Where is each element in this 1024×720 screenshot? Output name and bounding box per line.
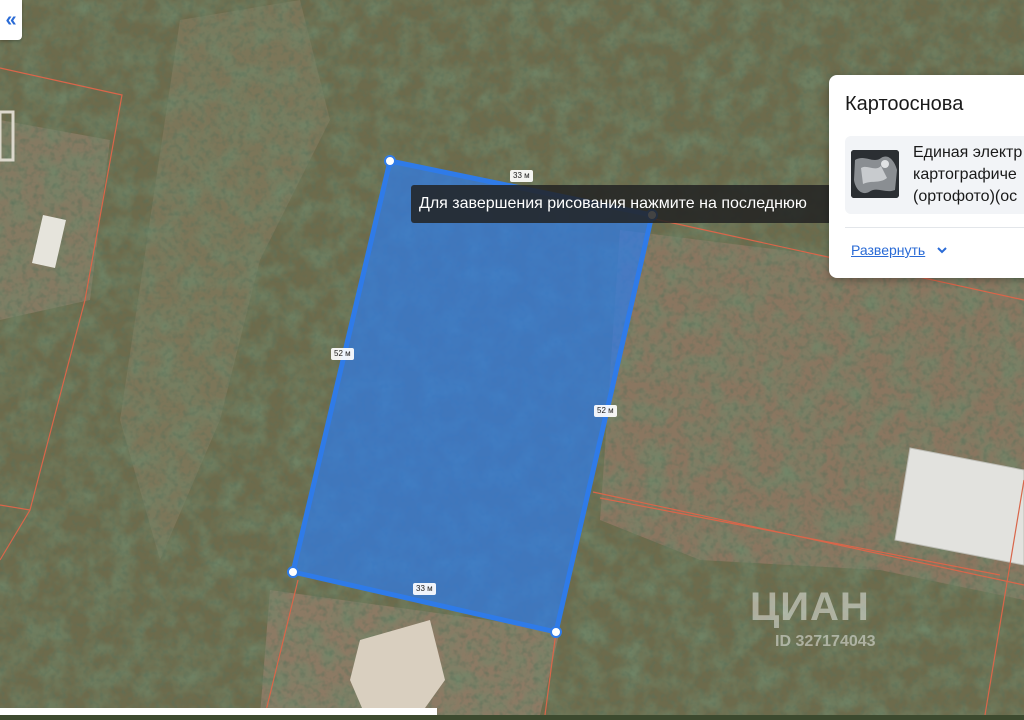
watermark-id: ID 327174043 (775, 633, 876, 650)
bottom-bar-edge (0, 708, 437, 715)
basemap-panel: Картооснова Единая электр картографиче (… (829, 75, 1024, 278)
layer-title: Единая электр картографиче (ортофото)(ос (913, 142, 1022, 208)
segment-length-bottom: 33 м (413, 583, 436, 595)
orthophoto-thumb-icon (851, 150, 899, 198)
cian-watermark: ЦИАН ID 327174043 (750, 585, 876, 650)
layer-title-line: (ортофото)(ос (913, 188, 1018, 205)
double-chevron-left-icon: « (5, 8, 17, 31)
segment-length-left: 52 м (331, 348, 354, 360)
vertex-handle[interactable] (384, 155, 396, 167)
vertex-handle[interactable] (287, 566, 299, 578)
drawing-hint-tooltip: Для завершения рисования нажмите на посл… (411, 185, 841, 223)
panel-divider (845, 227, 1024, 228)
layer-title-line: картографиче (913, 166, 1017, 183)
chevron-down-icon[interactable] (936, 244, 948, 258)
collapse-sidebar-button[interactable]: « (0, 0, 22, 40)
layer-thumbnail (851, 150, 899, 198)
watermark-logo: ЦИАН (750, 585, 870, 629)
basemap-layer-option[interactable]: Единая электр картографиче (ортофото)(ос (845, 136, 1024, 214)
panel-title: Картооснова (845, 93, 964, 115)
expand-link[interactable]: Развернуть (851, 242, 925, 258)
layer-title-line: Единая электр (913, 144, 1023, 161)
segment-length-right: 52 м (594, 405, 617, 417)
vertex-handle[interactable] (550, 626, 562, 638)
segment-length-top: 33 м (510, 170, 533, 182)
